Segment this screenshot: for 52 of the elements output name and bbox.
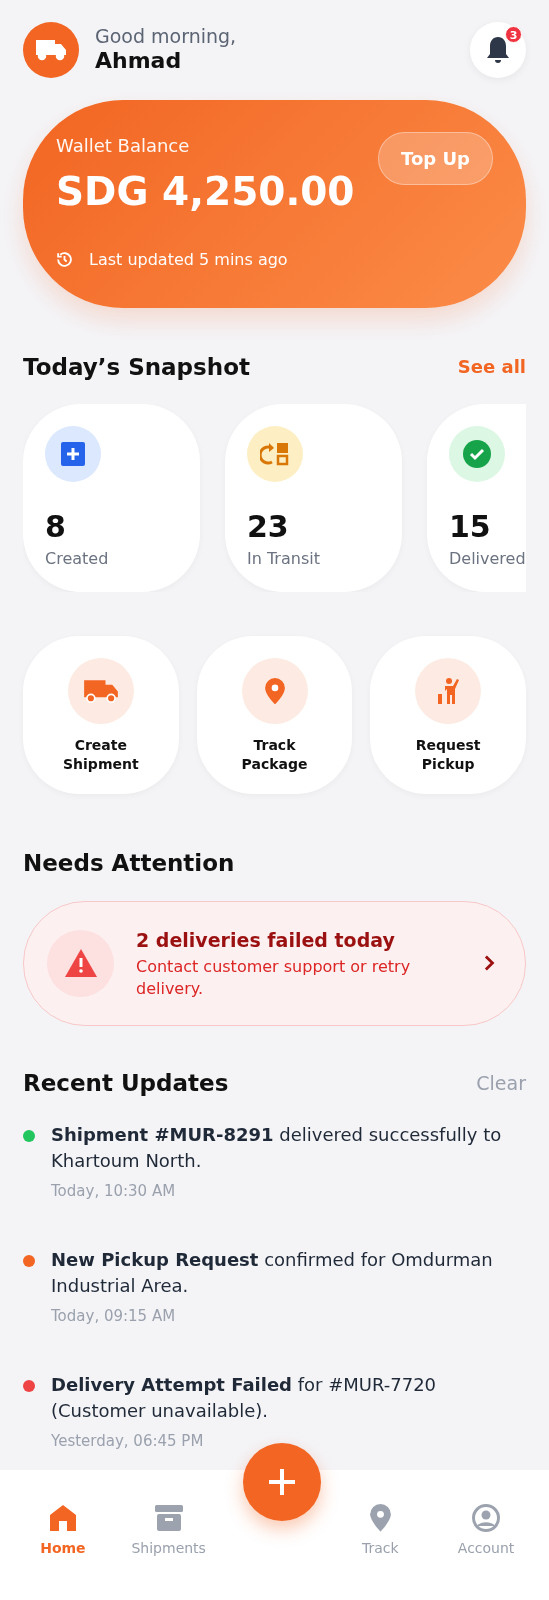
top-up-button[interactable]: Top Up — [378, 132, 493, 185]
quick-action-button[interactable]: Create Shipment — [23, 636, 179, 794]
wallet-balance: SDG 4,250.00 — [56, 168, 355, 216]
see-all-link[interactable]: See all — [457, 353, 526, 381]
transfer-icon — [260, 441, 290, 467]
notifications-button[interactable]: 3 — [470, 22, 526, 78]
nav-tab[interactable]: Account — [441, 1504, 532, 1568]
location-pin-icon — [368, 1504, 392, 1532]
history-icon — [56, 251, 73, 268]
update-text: New Pickup Request confirmed for Omdurman Industrial Area. — [51, 1247, 494, 1299]
wallet-label: Wallet Balance — [56, 134, 191, 158]
update-time: Yesterday, 06:45 PM — [51, 1430, 205, 1452]
truck-icon — [35, 38, 67, 62]
section-title: Today’s Snapshot — [23, 352, 250, 382]
account-icon — [472, 1504, 501, 1532]
stat-label: Delivered — [449, 548, 526, 570]
last-updated-text: Last updated 5 mins ago — [89, 248, 288, 271]
section-title: Needs Attention — [23, 849, 236, 878]
stat-label: Created — [45, 548, 110, 570]
notification-badge: 3 — [505, 26, 522, 43]
quick-action-button[interactable]: Request Pickup — [370, 636, 526, 794]
quick-action-button[interactable]: Track Package — [196, 636, 353, 794]
plus-square-icon — [61, 442, 85, 466]
location-pin-icon — [263, 677, 286, 705]
archive-box-icon — [154, 1504, 183, 1532]
alert-message: Contact customer support or retry delivery. — [136, 956, 412, 1001]
stat-value: 15 — [449, 510, 492, 543]
update-time: Today, 09:15 AM — [51, 1306, 177, 1328]
check-circle-icon — [463, 440, 491, 468]
alert-title: 2 deliveries failed today — [136, 927, 396, 953]
update-time: Today, 10:30 AM — [51, 1181, 177, 1203]
greeting-text: Good morning, — [95, 25, 238, 49]
bell-icon — [485, 35, 511, 65]
update-text: Delivery Attempt Failed for #MUR-7720 (Customer unavailable). — [51, 1372, 438, 1423]
update-text: Shipment #MUR-8291 delivered successfully to Khartoum North. — [51, 1123, 503, 1174]
plus-icon — [268, 1468, 296, 1496]
nav-tab[interactable]: Track — [335, 1504, 426, 1568]
chevron-right-icon — [483, 954, 495, 973]
clear-link[interactable]: Clear — [476, 1068, 526, 1098]
home-icon — [48, 1504, 77, 1532]
warning-icon — [64, 949, 97, 978]
nav-tab[interactable]: Shipments — [123, 1504, 214, 1568]
truck-icon — [82, 678, 119, 704]
stat-value: 23 — [247, 510, 290, 543]
stat-value: 8 — [45, 510, 67, 543]
user-name: Ahmad — [95, 48, 183, 75]
section-title: Recent Updates — [23, 1068, 229, 1098]
person-waving-icon — [437, 677, 460, 705]
alert-card[interactable]: 2 deliveries failed today Contact customer support or retry delivery. — [23, 900, 526, 1026]
add-button[interactable] — [243, 1443, 321, 1521]
nav-tab[interactable]: Home — [17, 1504, 108, 1568]
stat-label: In Transit — [247, 548, 321, 570]
